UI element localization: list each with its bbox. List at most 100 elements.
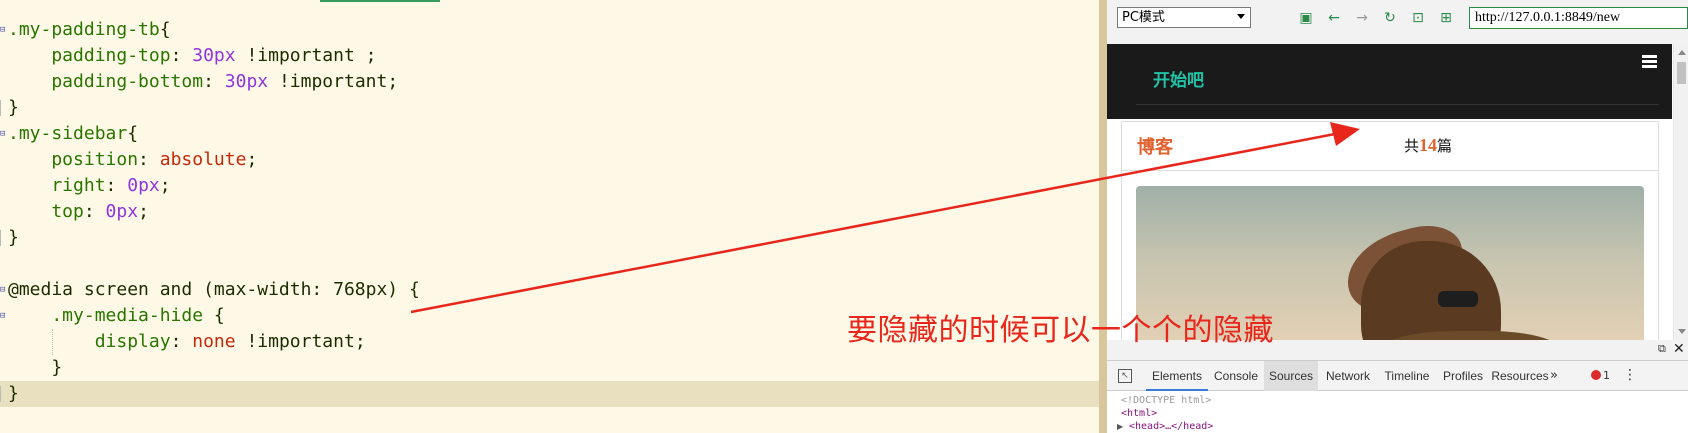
lock-icon[interactable]: ⊡: [1409, 9, 1427, 27]
tab-label: Elements: [1151, 369, 1203, 383]
fold-toggle-icon[interactable]: ⊟: [0, 312, 6, 321]
editor-tab-indicator: [320, 0, 440, 2]
code-line[interactable]: padding-top: 30px !important ;: [0, 43, 1099, 69]
hero-head-shape: [1361, 241, 1501, 340]
tab-timeline[interactable]: Timeline: [1378, 361, 1436, 391]
code-line[interactable]: position: absolute;: [0, 147, 1099, 173]
tab-label: Profiles: [1442, 369, 1483, 383]
code-token: none: [192, 331, 236, 352]
tab-sources[interactable]: Sources: [1264, 361, 1318, 391]
scroll-thumb[interactable]: [1677, 62, 1686, 84]
close-icon[interactable]: ✕: [1673, 342, 1685, 356]
tab-resources[interactable]: Resources: [1490, 361, 1550, 391]
kebab-menu-icon[interactable]: ⋮: [1623, 367, 1637, 383]
code-line[interactable]: top: 0px;: [0, 199, 1099, 225]
browser-preview: PC模式 ▣ ← → ↻ ⊡ ⊞ http://127.0.0.1:8849/n…: [1107, 0, 1688, 433]
fold-toggle-icon[interactable]: ⊟: [0, 130, 6, 139]
terminal-icon[interactable]: ▣: [1297, 9, 1315, 27]
code-token: }: [8, 97, 19, 118]
code-token: !important;: [235, 331, 366, 352]
tab-elements[interactable]: Elements: [1146, 361, 1208, 391]
vertical-scrollbar[interactable]: [1673, 44, 1688, 340]
code-text: }: [8, 355, 62, 381]
scroll-down-icon[interactable]: [1678, 329, 1686, 334]
code-line[interactable]: [0, 251, 1099, 277]
error-badge[interactable]: 1: [1591, 369, 1610, 382]
code-line[interactable]: }: [0, 381, 1099, 407]
code-token: {: [408, 279, 420, 300]
code-token: position: [8, 149, 139, 170]
code-token: ;: [138, 201, 149, 222]
code-token: :: [170, 331, 193, 352]
hamburger-menu-icon[interactable]: [1642, 55, 1657, 69]
code-editor[interactable]: ⊟ .my-padding-tb{ padding-top: 30px !impo…: [0, 0, 1099, 433]
dom-node[interactable]: <head>…</head>: [1129, 420, 1213, 433]
code-line[interactable]: padding-bottom: 30px !important;: [0, 69, 1099, 95]
code-token: 0px: [127, 175, 160, 196]
dom-tree[interactable]: <!DOCTYPE html> <html> <head>…</head> ▶: [1107, 391, 1688, 433]
device-mode-value: PC模式: [1122, 10, 1165, 25]
expand-triangle-icon[interactable]: ▶: [1117, 422, 1123, 431]
code-text: @media screen and (max-width: 768px) {: [8, 277, 420, 303]
code-text: }: [8, 381, 19, 407]
browser-toolbar: PC模式 ▣ ← → ↻ ⊡ ⊞ http://127.0.0.1:8849/n…: [1107, 0, 1688, 44]
fold-toggle-icon[interactable]: ⊟: [0, 286, 6, 295]
chevron-down-icon[interactable]: [1237, 14, 1245, 19]
code-token: {: [203, 305, 225, 326]
code-token: }: [8, 383, 19, 404]
annotation-note: 要隐藏的时候可以一个个的隐藏: [847, 313, 1274, 348]
fold-toggle-icon[interactable]: ⊟: [0, 26, 6, 35]
undock-icon[interactable]: ⧉: [1658, 343, 1670, 355]
code-line[interactable]: ⊟ .my-padding-tb{: [0, 17, 1099, 43]
qr-code-icon[interactable]: ⊞: [1437, 9, 1455, 27]
code-token: {: [127, 123, 139, 144]
code-token: :: [203, 71, 225, 92]
tab-profiles[interactable]: Profiles: [1436, 361, 1490, 391]
tab-label: Resources: [1491, 369, 1549, 383]
code-text: right: 0px;: [8, 173, 171, 199]
count-prefix: 共: [1404, 139, 1420, 155]
code-text: padding-top: 30px !important ;: [8, 43, 377, 69]
code-line[interactable]: }: [0, 355, 1099, 381]
code-text: .my-sidebar{: [8, 121, 138, 147]
code-text: display: none !important;: [8, 329, 366, 355]
panel-title: 博客: [1137, 137, 1173, 157]
code-token: .my-sidebar: [8, 123, 128, 144]
device-mode-select[interactable]: PC模式: [1117, 7, 1251, 28]
forward-arrow-icon[interactable]: →: [1353, 9, 1371, 27]
code-line[interactable]: ⊟ .my-sidebar{: [0, 121, 1099, 147]
navbar-brand[interactable]: 开始吧: [1153, 66, 1204, 91]
back-arrow-icon[interactable]: ←: [1325, 9, 1343, 27]
blog-panel-header: 博客 共14篇: [1122, 122, 1658, 171]
code-line[interactable]: }: [0, 95, 1099, 121]
fold-end-marker: [0, 230, 6, 246]
code-token: ;: [246, 149, 258, 170]
code-token: :: [138, 149, 160, 170]
tab-label: Timeline: [1384, 369, 1430, 383]
refresh-icon[interactable]: ↻: [1381, 9, 1399, 27]
dom-node[interactable]: <html>: [1121, 407, 1157, 420]
more-tabs-icon[interactable]: »: [1550, 368, 1558, 383]
code-line[interactable]: right: 0px;: [0, 173, 1099, 199]
pane-splitter[interactable]: [1099, 0, 1107, 433]
count-suffix: 篇: [1437, 139, 1453, 155]
code-token: :: [105, 175, 128, 196]
scroll-up-icon[interactable]: [1678, 50, 1686, 55]
devtools-tabbar: ↖ Elements Console Sources Network Timel…: [1107, 360, 1688, 391]
code-text: position: absolute;: [8, 147, 257, 173]
address-bar[interactable]: http://127.0.0.1:8849/new: [1469, 7, 1688, 29]
code-token: :: [83, 201, 106, 222]
tab-network[interactable]: Network: [1318, 361, 1378, 391]
code-token: !important ;: [235, 45, 377, 66]
tab-console[interactable]: Console: [1208, 361, 1264, 391]
hero-sunglasses-shape: [1438, 291, 1478, 307]
code-token: ;: [159, 175, 171, 196]
code-line[interactable]: }: [0, 225, 1099, 251]
navbar-divider: [1136, 104, 1659, 105]
inspect-element-icon[interactable]: ↖: [1118, 369, 1132, 383]
code-token: display: [8, 331, 171, 352]
code-token: }: [8, 227, 19, 248]
dom-node[interactable]: <!DOCTYPE html>: [1121, 394, 1211, 407]
code-line[interactable]: ⊟ @media screen and (max-width: 768px) {: [0, 277, 1099, 303]
code-token: padding-bottom: [8, 71, 204, 92]
